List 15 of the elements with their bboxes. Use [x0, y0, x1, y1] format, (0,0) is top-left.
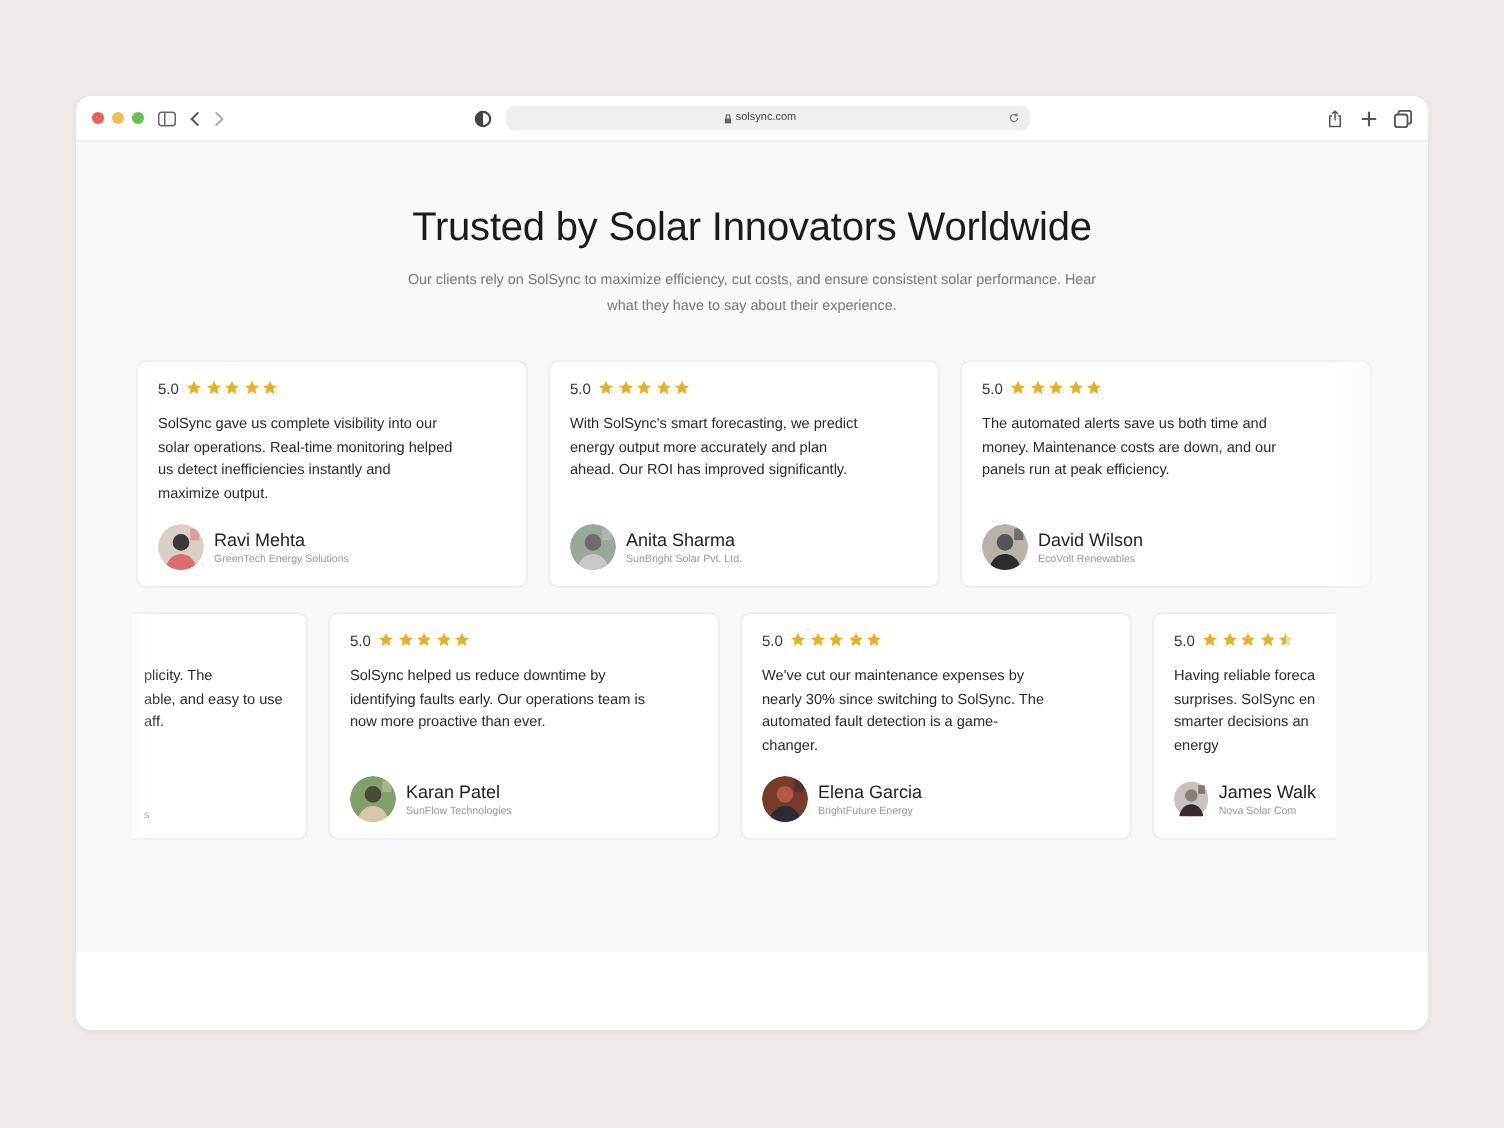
close-button[interactable]: [92, 112, 104, 124]
reload-icon[interactable]: [1008, 112, 1021, 124]
author-name: David Wilson: [1038, 529, 1144, 549]
author-name: James Walk: [1218, 781, 1316, 801]
sidebar-icon[interactable]: [158, 109, 176, 127]
author-name: Karan Patel: [406, 781, 503, 801]
author-name: Anita Sharma: [626, 529, 738, 549]
tabs-icon[interactable]: [1394, 109, 1412, 127]
share-icon[interactable]: [1326, 109, 1344, 127]
author-name: Ravi Mehta: [214, 529, 308, 549]
lock-icon: [723, 113, 732, 123]
back-icon[interactable]: [190, 109, 200, 127]
section-heading: Trusted by Solar Innovators Worldwide: [412, 206, 1092, 252]
author-name: Elena Garcia: [818, 781, 923, 801]
plus-icon[interactable]: [1360, 109, 1378, 127]
